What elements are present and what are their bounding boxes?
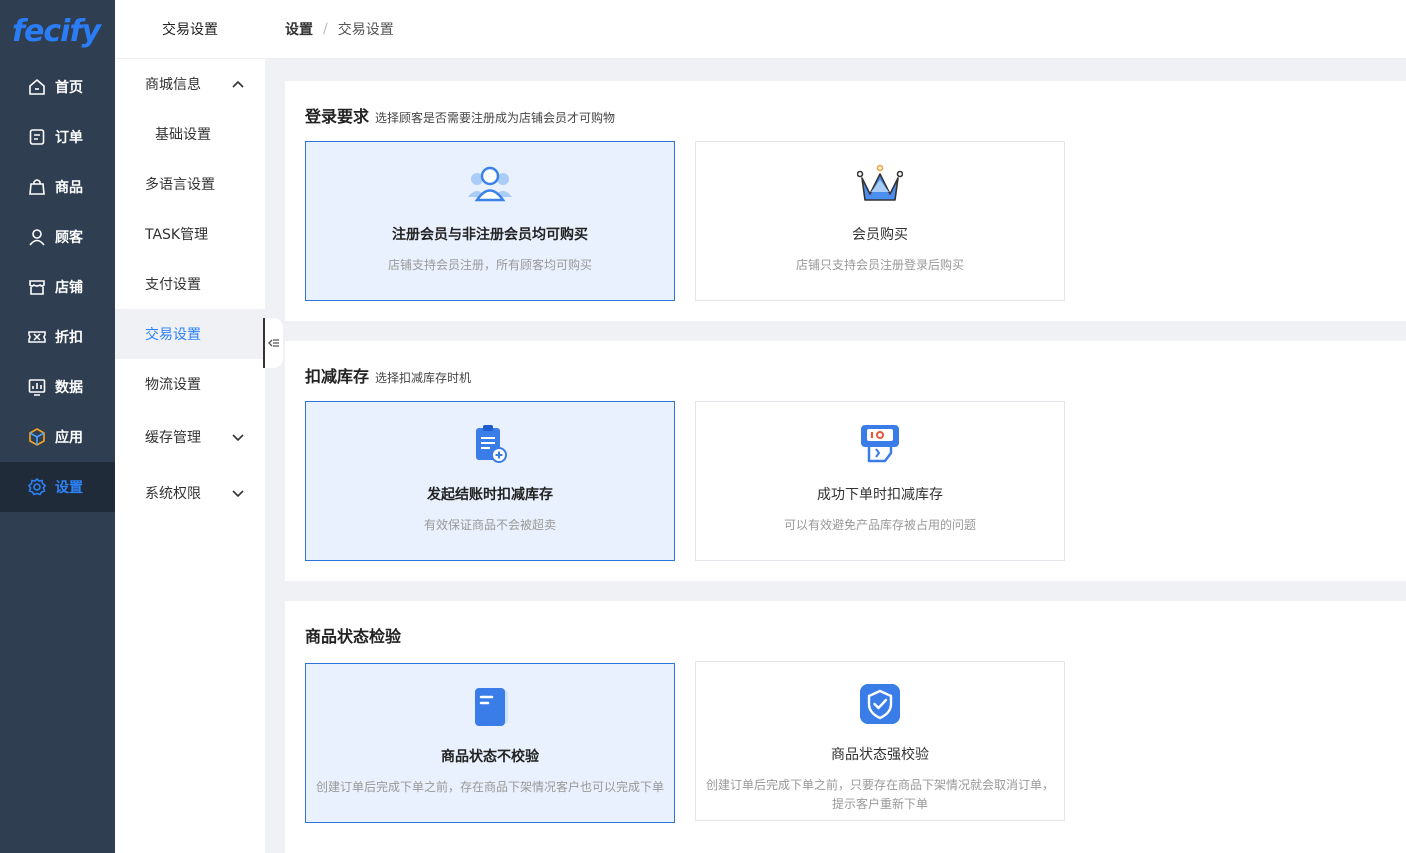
section-product-status-check: 商品状态检验 商品状态不校验 创建订单后完成下单之前，存在商品下架情况客户也可以… xyxy=(285,601,1406,853)
nav-label: 顾客 xyxy=(55,230,83,246)
nav-item-settings[interactable]: 设置 xyxy=(0,462,115,512)
subnav-label: 基础设置 xyxy=(155,127,211,143)
option-card-all-can-buy[interactable]: 注册会员与非注册会员均可购买 店铺支持会员注册，所有顾客均可购买 xyxy=(305,141,675,301)
chart-icon xyxy=(27,377,47,397)
shield-check-icon xyxy=(859,684,901,724)
subnav-label: 物流设置 xyxy=(145,377,201,393)
subnav-label: TASK管理 xyxy=(145,227,209,243)
subnav-item-cache[interactable]: 缓存管理 xyxy=(115,409,265,465)
subnav-item-basic-settings[interactable]: 基础设置 xyxy=(115,109,265,159)
chevron-down-icon xyxy=(232,434,244,442)
subnav-label: 支付设置 xyxy=(145,277,201,293)
bag-icon xyxy=(27,177,47,197)
user-icon xyxy=(27,227,47,247)
nav-label: 折扣 xyxy=(55,330,83,346)
clipboard-icon xyxy=(473,424,507,464)
breadcrumb-current: 交易设置 xyxy=(337,22,394,38)
option-card-strict-check[interactable]: 商品状态强校验 创建订单后完成下单之前，只要存在商品下架情况就会取消订单，提示客… xyxy=(695,661,1065,821)
coupon-icon xyxy=(27,327,47,347)
home-icon xyxy=(27,77,47,97)
card-title: 发起结账时扣减库存 xyxy=(427,487,553,503)
nav-label: 首页 xyxy=(55,80,83,96)
nav-item-store[interactable]: 店铺 xyxy=(0,262,115,312)
section-title: 扣减库存 xyxy=(305,367,370,386)
breadcrumb: 设置 / 交易设置 xyxy=(265,0,1406,59)
nav-label: 店铺 xyxy=(55,280,83,296)
logo[interactable]: fecify xyxy=(0,0,115,62)
nav-label: 商品 xyxy=(55,180,83,196)
card-title: 会员购买 xyxy=(852,227,908,243)
card-description: 店铺支持会员注册，所有顾客均可购买 xyxy=(387,258,592,272)
subnav-label: 商城信息 xyxy=(145,77,201,93)
chevron-up-icon xyxy=(232,80,244,88)
nav-label: 应用 xyxy=(55,430,83,446)
section-title: 商品状态检验 xyxy=(305,627,402,646)
nav-item-customer[interactable]: 顾客 xyxy=(0,212,115,262)
nav-item-discount[interactable]: 折扣 xyxy=(0,312,115,362)
card-title: 注册会员与非注册会员均可购买 xyxy=(392,227,588,243)
main-nav: fecify 首页 订单 商品 顾客 店铺 折扣 数据 应用 设置 xyxy=(0,0,115,853)
store-icon xyxy=(27,277,47,297)
nav-item-product[interactable]: 商品 xyxy=(0,162,115,212)
subnav-item-payment[interactable]: 支付设置 xyxy=(115,259,265,309)
option-card-deduct-at-checkout[interactable]: 发起结账时扣减库存 有效保证商品不会被超卖 xyxy=(305,401,675,561)
order-icon xyxy=(27,127,47,147)
nav-item-order[interactable]: 订单 xyxy=(0,112,115,162)
gear-icon xyxy=(27,477,47,497)
card-description: 有效保证商品不会被超卖 xyxy=(423,518,556,532)
section-title: 登录要求 xyxy=(305,107,370,126)
breadcrumb-separator: / xyxy=(323,21,328,37)
subnav-item-shop-info[interactable]: 商城信息 xyxy=(115,59,265,109)
card-title: 成功下单时扣减库存 xyxy=(817,487,943,503)
option-card-member-only[interactable]: 会员购买 店铺只支持会员注册登录后购买 xyxy=(695,141,1065,301)
subnav-label: 交易设置 xyxy=(145,327,201,343)
card-description: 店铺只支持会员注册登录后购买 xyxy=(795,258,964,272)
card-description: 创建订单后完成下单之前，只要存在商品下架情况就会取消订单，提示客户重新下单 xyxy=(705,778,1054,811)
subnav-title: 交易设置 xyxy=(115,0,265,59)
option-card-no-check[interactable]: 商品状态不校验 创建订单后完成下单之前，存在商品下架情况客户也可以完成下单 xyxy=(305,663,675,823)
document-icon xyxy=(470,686,510,726)
card-title: 商品状态不校验 xyxy=(441,749,539,765)
subnav-item-language[interactable]: 多语言设置 xyxy=(115,159,265,209)
nav-label: 订单 xyxy=(55,130,83,146)
collapse-icon xyxy=(268,339,279,347)
section-subtitle: 选择顾客是否需要注册成为店铺会员才可购物 xyxy=(375,111,616,125)
crown-icon xyxy=(857,164,903,204)
sub-nav: 交易设置 商城信息 基础设置 多语言设置 TASK管理 支付设置 交易设置 物流… xyxy=(115,0,265,853)
section-subtitle: 选择扣减库存时机 xyxy=(375,371,472,385)
nav-item-app[interactable]: 应用 xyxy=(0,412,115,462)
section-stock-deduction: 扣减库存 选择扣减库存时机 发起结账时扣减库存 有效保证商品不会被超卖 成功下单… xyxy=(285,341,1406,581)
breadcrumb-root[interactable]: 设置 xyxy=(285,19,313,39)
subnav-item-task[interactable]: TASK管理 xyxy=(115,209,265,259)
option-card-deduct-on-order[interactable]: 成功下单时扣减库存 可以有效避免产品库存被占用的问题 xyxy=(695,401,1065,561)
subnav-label: 系统权限 xyxy=(145,486,201,502)
nav-label: 数据 xyxy=(55,380,83,396)
cube-icon xyxy=(27,427,47,447)
nav-item-data[interactable]: 数据 xyxy=(0,362,115,412)
pos-terminal-icon xyxy=(858,424,902,464)
section-login-requirement: 登录要求 选择顾客是否需要注册成为店铺会员才可购物 注册会员与非注册会员均可购买… xyxy=(285,81,1406,321)
subnav-item-permissions[interactable]: 系统权限 xyxy=(115,465,265,521)
subnav-item-logistics[interactable]: 物流设置 xyxy=(115,359,265,409)
subnav-label: 缓存管理 xyxy=(145,430,201,446)
users-icon xyxy=(468,164,512,204)
nav-label: 设置 xyxy=(55,480,83,496)
chevron-down-icon xyxy=(232,490,244,498)
subnav-label: 多语言设置 xyxy=(145,177,215,193)
subnav-item-trade[interactable]: 交易设置 xyxy=(115,309,265,359)
nav-item-home[interactable]: 首页 xyxy=(0,62,115,112)
card-title: 商品状态强校验 xyxy=(831,747,929,763)
card-description: 可以有效避免产品库存被占用的问题 xyxy=(783,518,976,532)
collapse-sidebar-button[interactable] xyxy=(263,318,283,368)
card-description: 创建订单后完成下单之前，存在商品下架情况客户也可以完成下单 xyxy=(315,780,664,794)
